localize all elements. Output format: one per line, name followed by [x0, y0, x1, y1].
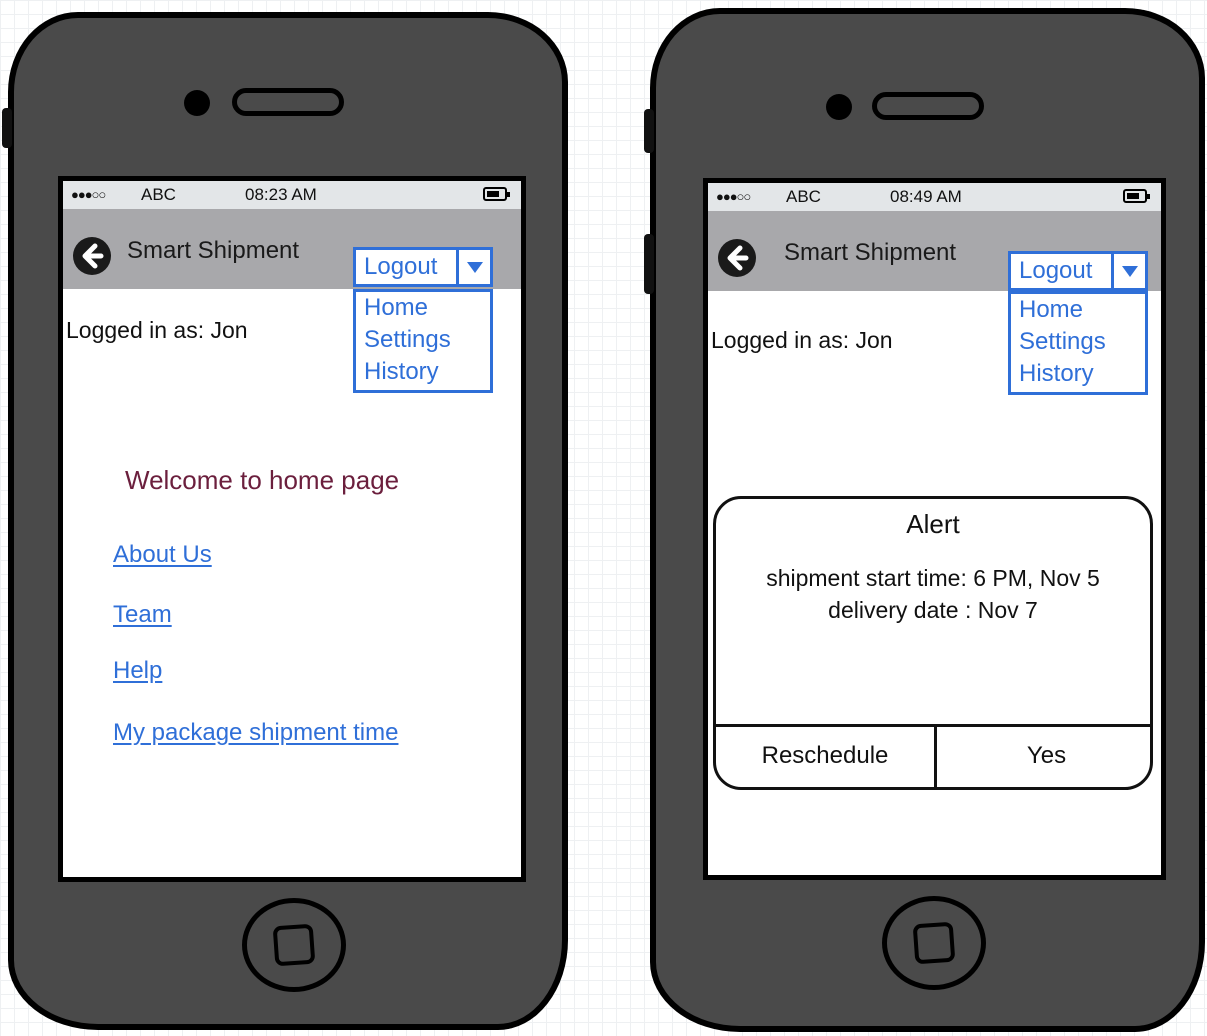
speaker-icon — [232, 88, 344, 116]
screen-left: ●●●○○ ABC 08:23 AM Smart Shipment Logout… — [58, 176, 526, 882]
dropdown-menu: Home Settings History — [1008, 291, 1148, 395]
speaker-icon — [872, 92, 984, 120]
home-button[interactable] — [882, 896, 986, 990]
menu-item-settings[interactable]: Settings — [1011, 326, 1145, 358]
status-bar: ●●●○○ ABC 08:49 AM — [708, 183, 1161, 211]
battery-icon — [1123, 189, 1150, 203]
nav-bar: Smart Shipment Logout — [63, 209, 521, 289]
battery-icon — [483, 187, 510, 201]
menu-item-history[interactable]: History — [1011, 358, 1145, 390]
camera-icon — [184, 90, 210, 116]
signal-icon: ●●●○○ — [716, 189, 751, 204]
camera-icon — [826, 94, 852, 120]
menu-item-home[interactable]: Home — [1011, 294, 1145, 326]
logout-button[interactable]: Logout — [1019, 257, 1092, 285]
back-arrow-icon[interactable] — [718, 239, 756, 277]
back-arrow-icon[interactable] — [73, 237, 111, 275]
link-shipment-time[interactable]: My package shipment time — [113, 719, 398, 747]
alert-message-line1: shipment start time: 6 PM, Nov 5 — [766, 565, 1100, 591]
yes-button[interactable]: Yes — [937, 727, 1150, 784]
carrier-name: ABC — [141, 185, 176, 204]
side-button — [644, 109, 654, 153]
welcome-heading: Welcome to home page — [125, 465, 400, 495]
app-title: Smart Shipment — [127, 237, 300, 264]
chevron-down-icon[interactable] — [456, 250, 490, 284]
status-bar: ●●●○○ ABC 08:23 AM — [63, 181, 521, 209]
side-button — [2, 108, 12, 148]
menu-item-history[interactable]: History — [356, 356, 490, 388]
chevron-down-icon[interactable] — [1111, 254, 1145, 288]
alert-button-row: Reschedule Yes — [716, 724, 1150, 787]
logged-in-label: Logged in as: Jon — [711, 327, 893, 353]
phone-mockup-right: ●●●○○ ABC 08:49 AM Smart Shipment Logout… — [644, 8, 1205, 1032]
nav-bar: Smart Shipment Logout — [708, 211, 1161, 291]
logout-dropdown[interactable]: Logout — [1008, 251, 1148, 291]
link-about-us[interactable]: About Us — [113, 541, 212, 569]
dropdown-menu: Home Settings History — [353, 289, 493, 393]
reschedule-button[interactable]: Reschedule — [716, 727, 934, 784]
signal-icon: ●●●○○ — [71, 187, 106, 202]
app-title: Smart Shipment — [784, 239, 957, 266]
menu-item-settings[interactable]: Settings — [356, 324, 490, 356]
phone-mockup-left: ●●●○○ ABC 08:23 AM Smart Shipment Logout… — [2, 12, 568, 1030]
home-button[interactable] — [242, 898, 346, 992]
home-square-icon — [272, 923, 316, 967]
logged-in-label: Logged in as: Jon — [66, 317, 248, 343]
home-square-icon — [912, 921, 956, 965]
side-button — [644, 234, 654, 294]
link-help[interactable]: Help — [113, 657, 162, 685]
alert-title: Alert — [906, 509, 960, 539]
carrier-name: ABC — [786, 187, 821, 206]
alert-dialog: Alert shipment start time: 6 PM, Nov 5 d… — [713, 496, 1153, 790]
alert-message-line2: delivery date : Nov 7 — [828, 597, 1038, 623]
status-time: 08:49 AM — [890, 187, 962, 206]
screen-right: ●●●○○ ABC 08:49 AM Smart Shipment Logout… — [703, 178, 1166, 880]
link-team[interactable]: Team — [113, 601, 172, 629]
menu-item-home[interactable]: Home — [356, 292, 490, 324]
status-time: 08:23 AM — [245, 185, 317, 204]
logout-button[interactable]: Logout — [364, 253, 437, 281]
logout-dropdown[interactable]: Logout — [353, 247, 493, 287]
